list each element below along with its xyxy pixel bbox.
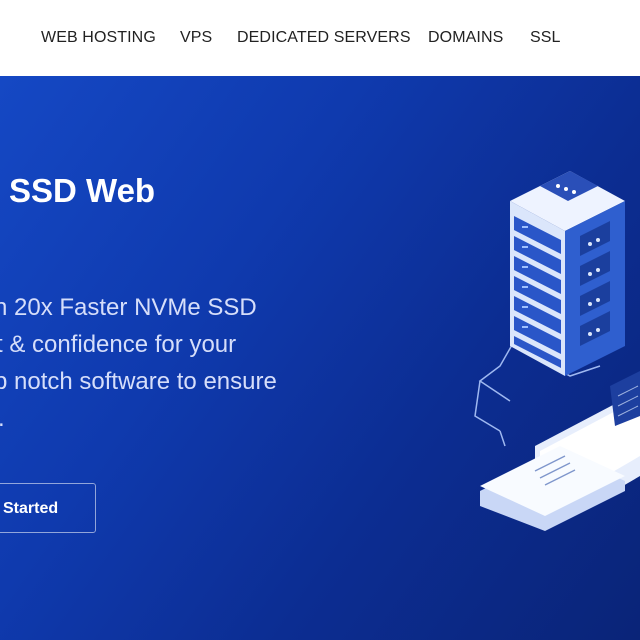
nav-dedicated-servers[interactable]: DEDICATED SERVERS	[237, 29, 411, 47]
server-rack	[510, 171, 625, 376]
hero-description-line-3: p notch software to ensure	[0, 368, 277, 395]
hero-description-line-1: h 20x Faster NVMe SSD	[0, 294, 257, 321]
nav-web-hosting[interactable]: WEB HOSTING	[41, 29, 156, 47]
hero-title: Me SSD Web	[0, 172, 156, 209]
hero-section: Me SSD Web h 20x Faster NVMe SSD t & con…	[0, 76, 640, 640]
top-navigation: WEB HOSTING VPS DEDICATED SERVERS DOMAIN…	[0, 0, 640, 76]
server-rack-illustration	[474, 171, 640, 531]
nav-domains[interactable]: DOMAINS	[428, 29, 503, 47]
get-started-label: Started	[3, 500, 59, 517]
nav-vps[interactable]: VPS	[180, 29, 212, 47]
hero-description-line-4: .	[0, 405, 5, 433]
hero-description-line-2: t & confidence for your	[0, 331, 237, 358]
get-started-button[interactable]: Started	[0, 483, 96, 533]
nav-ssl[interactable]: SSL	[530, 29, 561, 47]
